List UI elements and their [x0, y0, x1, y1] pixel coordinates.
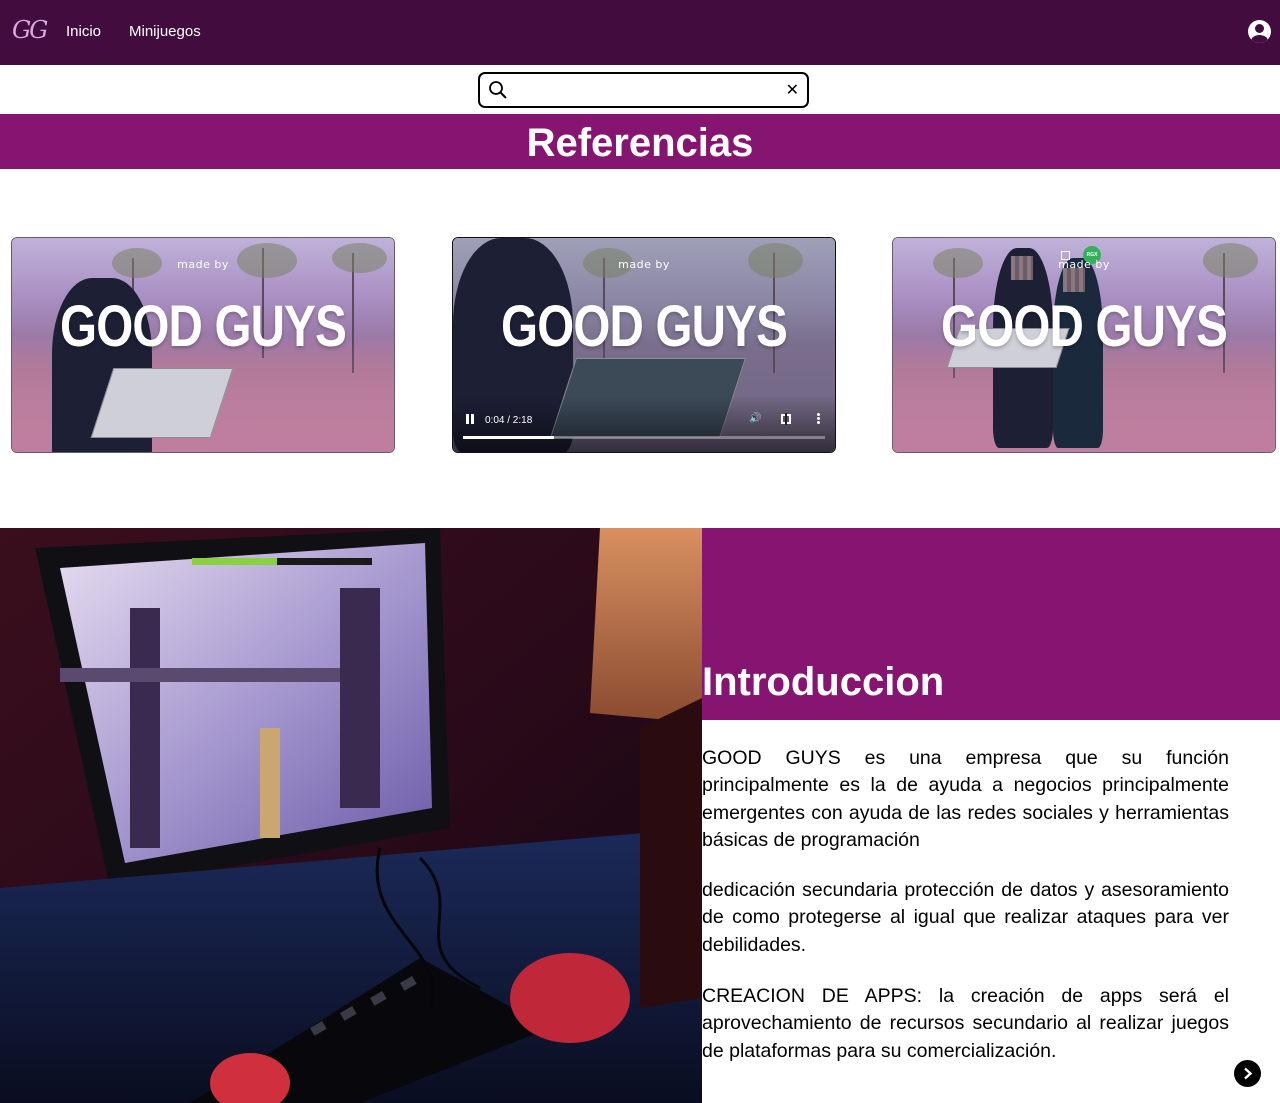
video-progress-fill [463, 436, 554, 439]
next-slide-button[interactable] [1234, 1060, 1261, 1087]
search-icon[interactable] [488, 80, 508, 100]
video-player-1[interactable]: made by GOOD GUYS [11, 237, 395, 453]
user-circle-icon[interactable] [1248, 20, 1271, 43]
chevron-right-icon [1244, 1067, 1253, 1080]
video-progress-bar[interactable] [463, 436, 825, 439]
video-time: 0:04 / 2:18 [485, 415, 533, 426]
pause-icon[interactable] [465, 414, 475, 424]
referencias-title: Referencias [526, 121, 754, 165]
video-controls: 0:04 / 2:18 🔊 [453, 396, 835, 452]
video-player-2[interactable]: made by GOOD GUYS 0:04 / 2:18 🔊 [452, 237, 836, 453]
video-title: GOOD GUYS [941, 294, 1228, 359]
search-input[interactable] [514, 79, 774, 101]
more-options-icon[interactable] [817, 413, 820, 425]
made-by-label: made by [177, 258, 229, 271]
made-by-label: made by [1058, 258, 1110, 271]
intro-paragraph-2: dedicación secundaria protección de dato… [702, 879, 1229, 956]
nav-link-inicio[interactable]: Inicio [66, 23, 101, 40]
top-navbar: GG Inicio Minijuegos [0, 0, 1280, 65]
intro-paragraph-1: GOOD GUYS es una empresa que su función … [702, 747, 1229, 851]
video-player-3[interactable]: RGX made by GOOD GUYS [892, 237, 1276, 453]
nav-link-minijuegos[interactable]: Minijuegos [129, 23, 201, 40]
fullscreen-icon[interactable] [781, 413, 791, 425]
gaming-setup-photo [0, 528, 702, 1103]
made-by-label: made by [618, 258, 670, 271]
search-bar: ✕ [478, 72, 809, 108]
brand-logo[interactable]: GG [12, 16, 48, 44]
video-title: GOOD GUYS [60, 294, 347, 359]
intro-paragraph-3: CREACION DE APPS: la creación de apps se… [702, 985, 1229, 1062]
video-title: GOOD GUYS [501, 294, 788, 359]
intro-title: Introduccion [702, 660, 945, 704]
referencias-banner: Referencias [0, 114, 1280, 169]
clear-search-button[interactable]: ✕ [786, 78, 799, 102]
volume-icon[interactable]: 🔊 [749, 414, 761, 424]
